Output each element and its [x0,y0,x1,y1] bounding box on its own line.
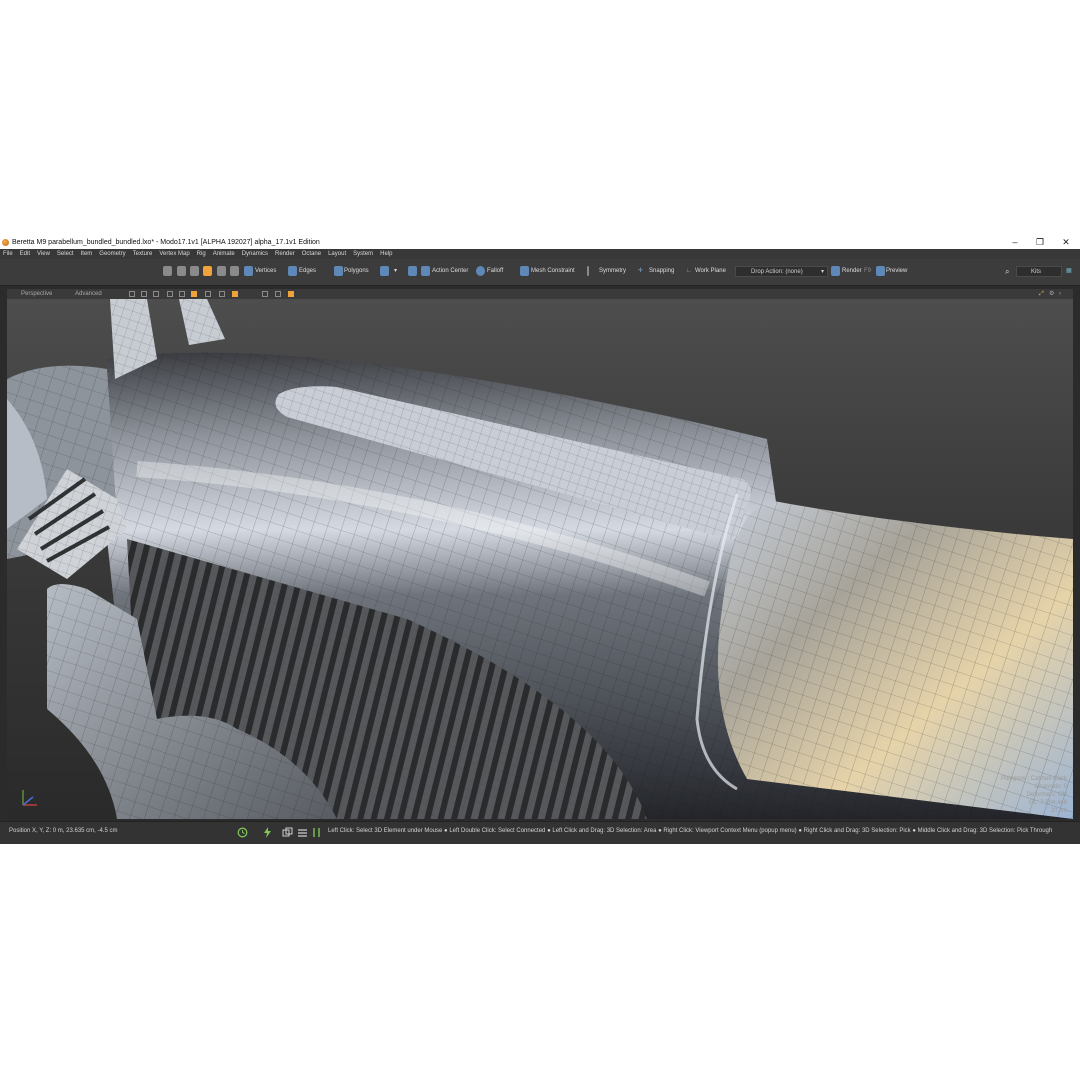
vertices-button[interactable]: Vertices [255,265,276,278]
viewport-header: Perspective Advanced ⤢ ⚙ › [7,289,1073,299]
shaded-icon[interactable] [153,291,159,297]
menu-rig[interactable]: Rig [197,251,206,257]
main-toolbar: Vertices Edges Polygons ▾ Action Center … [0,259,1080,286]
menu-texture[interactable]: Texture [133,251,153,257]
maximize-button[interactable]: ❐ [1029,236,1051,249]
search-icon[interactable]: ⌕ [1005,265,1009,278]
polygons-button[interactable]: Polygons [344,265,369,278]
action-center-icon[interactable] [421,266,430,276]
position-readout: Position X, Y, Z: 0 m, 23.635 cm, -4.5 c… [9,828,118,834]
menu-view[interactable]: View [37,251,50,257]
frame-icon[interactable] [262,291,268,297]
action-center-button[interactable]: Action Center [432,265,468,278]
menu-bar: File Edit View Select Item Geometry Text… [0,249,1080,259]
reflection-icon[interactable] [219,291,225,297]
layout-grid-icon[interactable]: ▦ [1066,265,1072,278]
menu-system[interactable]: System [353,251,373,257]
pivot-icon[interactable] [408,266,417,276]
3d-viewport[interactable]: Perspective Advanced ⤢ ⚙ › Polygons : Ca… [7,289,1073,819]
edges-mode-icon[interactable] [288,266,297,276]
menu-animate[interactable]: Animate [213,251,235,257]
symmetry-icon[interactable] [587,266,589,276]
menu-layout[interactable]: Layout [328,251,346,257]
select-arrow-icon[interactable] [177,266,186,276]
chevron-right-icon[interactable]: › [1059,289,1061,299]
chevron-down-icon[interactable]: ▾ [394,265,397,278]
menu-select[interactable]: Select [57,251,74,257]
falloff-icon[interactable] [476,266,485,276]
split-icon[interactable] [311,827,322,838]
item-mode-icon[interactable] [217,266,226,276]
stats-scale: 20 cm [1050,808,1067,814]
texture-icon[interactable] [167,291,173,297]
time-icon[interactable] [237,827,248,838]
work-plane-button[interactable]: Work Plane [695,265,726,278]
menu-vertex-map[interactable]: Vertex Map [159,251,189,257]
chevron-down-icon: ▾ [820,269,824,275]
materials-mode-icon[interactable] [230,266,239,276]
maximize-viewport-icon[interactable]: ⤢ [1039,289,1044,299]
menu-render[interactable]: Render [275,251,295,257]
screenshot-icon[interactable] [275,291,281,297]
preview-icon[interactable] [876,266,885,276]
mouse-hints: Left Click: Select 3D Element under Mous… [328,828,1053,834]
bolt-icon[interactable] [262,827,273,838]
environment-icon[interactable] [232,291,238,297]
falloff-button[interactable]: Falloff [487,265,503,278]
camera-icon[interactable] [205,291,211,297]
snapping-icon[interactable]: ✛ [638,265,643,278]
stats-gl: GL: 7,504,448 [1028,800,1067,806]
vertices-mode-icon[interactable] [244,266,253,276]
mesh-constraint-button[interactable]: Mesh Constraint [531,265,575,278]
snapping-button[interactable]: Snapping [649,265,674,278]
drop-action-label: Drop Action: (none) [751,269,803,275]
sun-icon[interactable] [191,291,197,297]
viewport-perspective-label[interactable]: Perspective [21,289,52,299]
status-bar: Position X, Y, Z: 0 m, 23.635 cm, -4.5 c… [0,821,1080,844]
gun-slide-render [7,299,1073,819]
menu-octane[interactable]: Octane [302,251,321,257]
preview-button[interactable]: Preview [886,265,907,278]
component-mode-icon[interactable] [380,266,389,276]
render-icon[interactable] [831,266,840,276]
auto-select-icon[interactable] [203,266,212,276]
stats-deformers: Deformers: ON [1026,792,1067,798]
menu-geometry[interactable]: Geometry [99,251,125,257]
lights-icon[interactable] [179,291,185,297]
viewport-stats: Polygons : Catmull-Clark Channels: 0 Def… [1001,775,1067,815]
kits-label: Kits [1031,269,1042,275]
stats-polygons: Polygons : Catmull-Clark [1000,776,1067,782]
menu-help[interactable]: Help [380,251,392,257]
select-through-icon[interactable] [190,266,199,276]
render-button[interactable]: Render [842,265,862,278]
title-bar: Beretta M9 parabellum_bundled_bundled.lx… [0,236,1080,249]
render-region-icon[interactable] [288,291,294,297]
list-icon[interactable] [297,827,308,838]
menu-file[interactable]: File [3,251,13,257]
modo-app-icon [2,239,9,246]
stats-channels: Channels: 0 [1034,784,1067,790]
work-plane-icon[interactable]: ∟ [686,265,692,278]
menu-edit[interactable]: Edit [20,251,30,257]
transform-tool-icon[interactable] [163,266,172,276]
kits-button[interactable]: Kits [1016,266,1062,277]
mesh-constraint-icon[interactable] [520,266,529,276]
window-title: Beretta M9 parabellum_bundled_bundled.lx… [12,239,320,246]
edges-button[interactable]: Edges [299,265,316,278]
gear-icon[interactable]: ⚙ [1049,289,1054,299]
drop-action-select[interactable]: Drop Action: (none) ▾ [735,266,828,277]
polygons-mode-icon[interactable] [334,266,343,276]
grid-icon[interactable] [141,291,147,297]
render-shortcut: F9 [864,268,872,274]
minimize-button[interactable]: – [1004,236,1026,249]
windows-icon[interactable] [282,827,293,838]
viewport-shading-label[interactable]: Advanced [75,289,102,299]
symmetry-button[interactable]: Symmetry [599,265,626,278]
wireframe-icon[interactable] [129,291,135,297]
close-button[interactable]: ✕ [1055,236,1077,249]
menu-dynamics[interactable]: Dynamics [242,251,268,257]
axis-gizmo-icon [22,790,37,806]
menu-item[interactable]: Item [81,251,93,257]
modo-window: Beretta M9 parabellum_bundled_bundled.lx… [0,236,1080,844]
